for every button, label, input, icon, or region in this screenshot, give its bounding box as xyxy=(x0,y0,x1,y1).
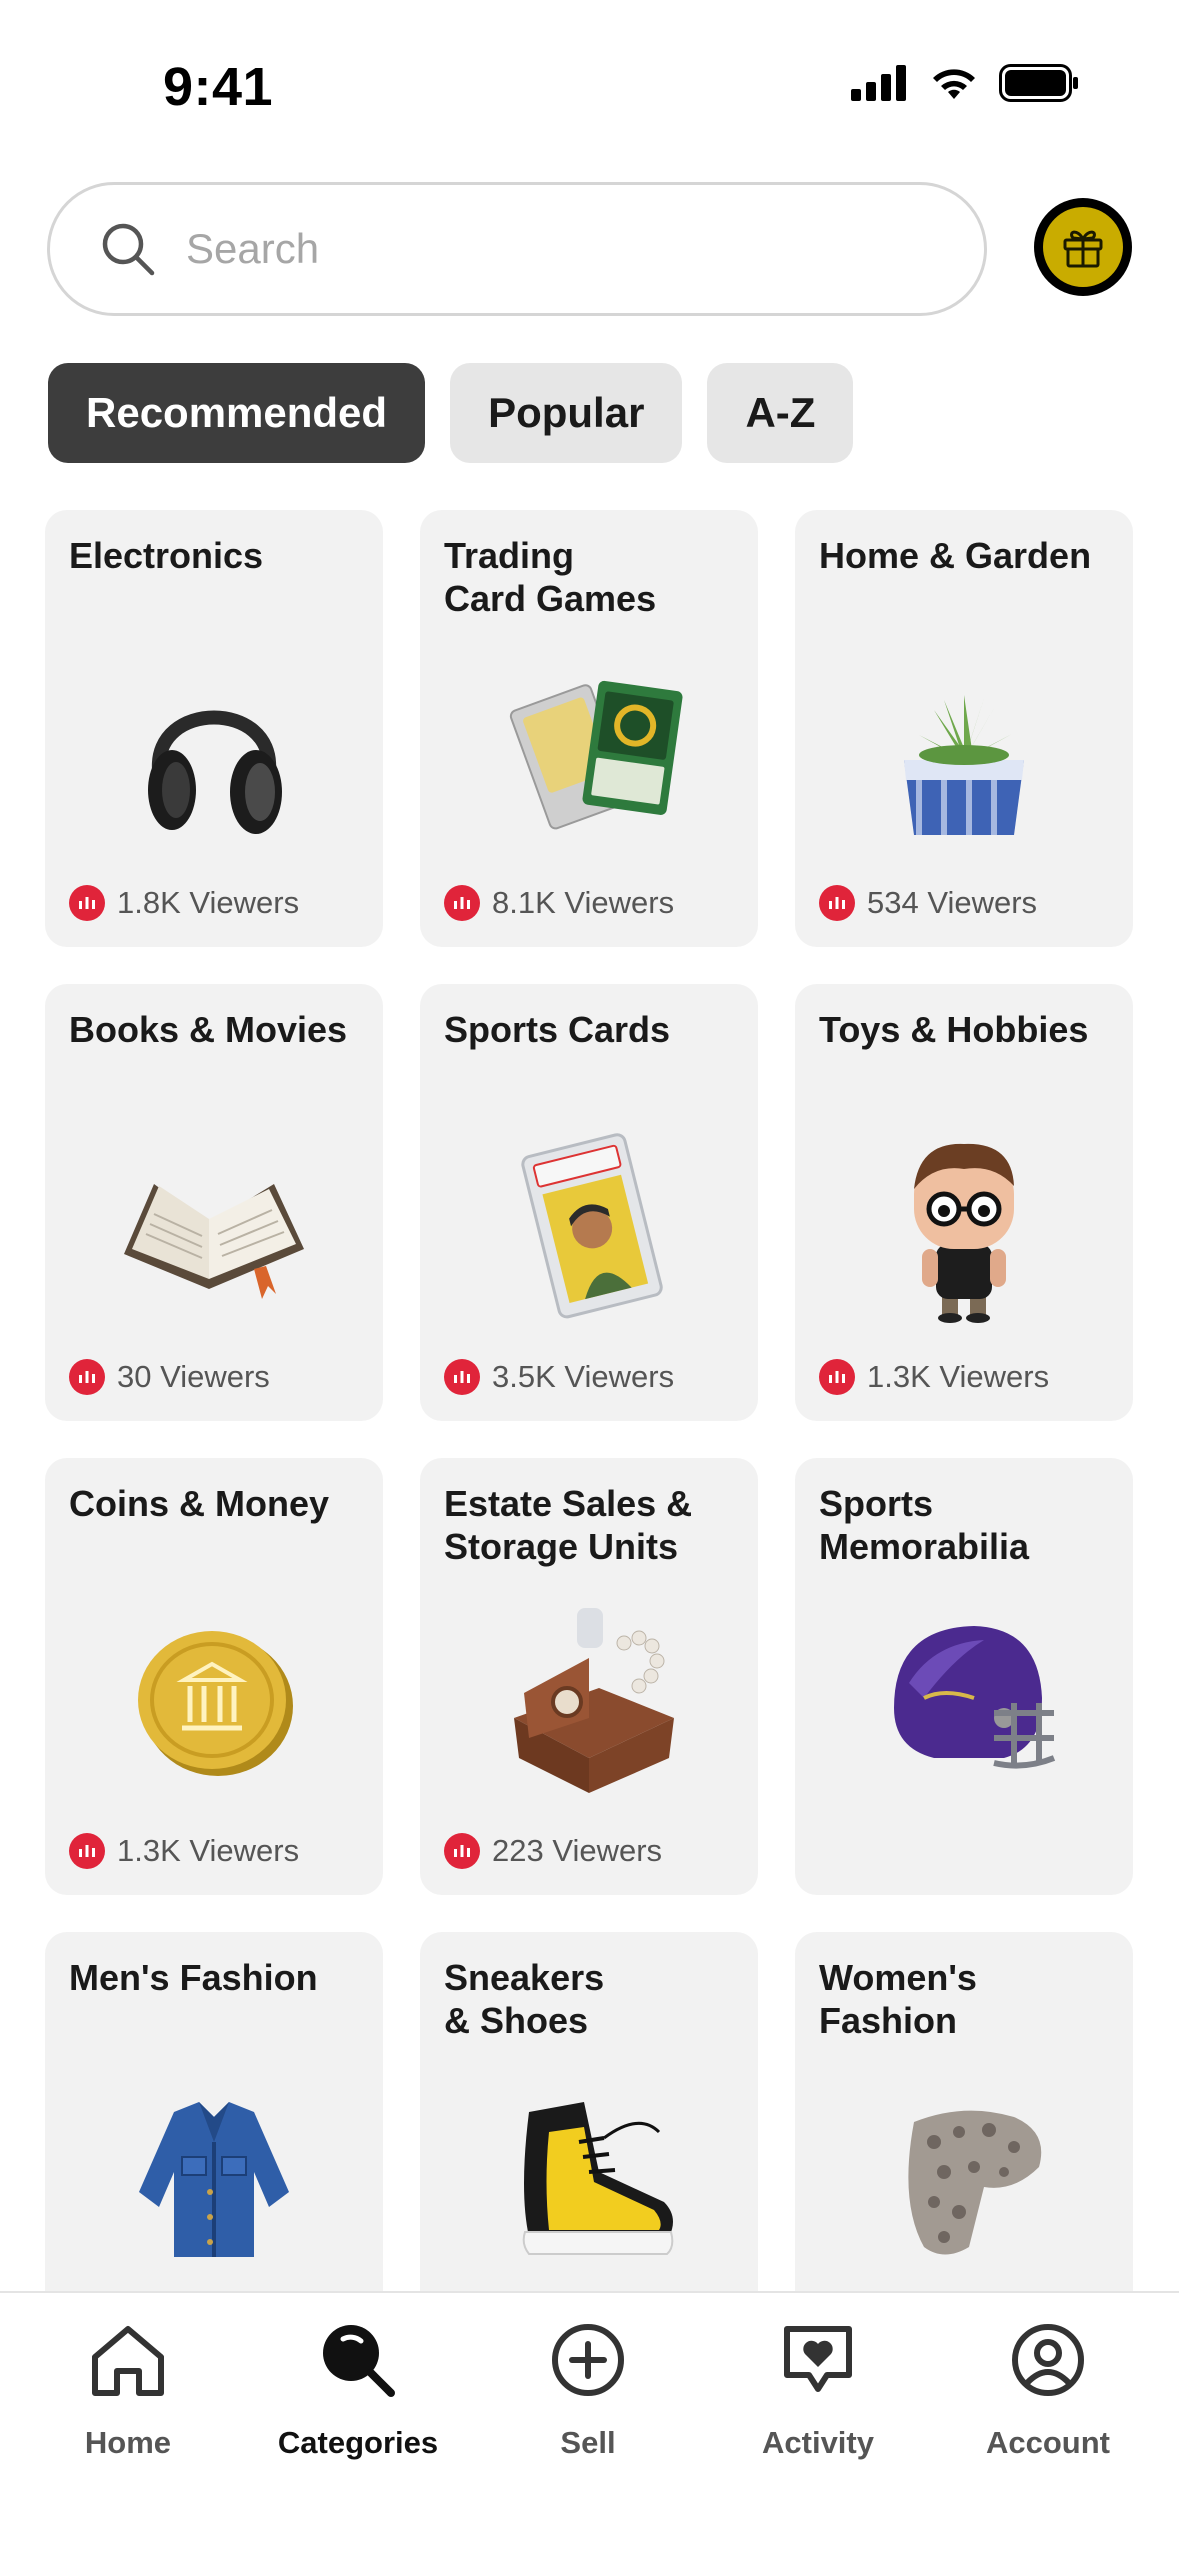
live-viewers-icon xyxy=(69,885,105,921)
nav-categories[interactable]: Categories xyxy=(243,2293,473,2556)
category-title: Books & Movies xyxy=(69,1009,348,1050)
nav-account[interactable]: Account xyxy=(933,2293,1163,2556)
category-card-home-garden[interactable]: Home & Garden 534 Viewers xyxy=(795,510,1133,947)
viewers-count: 1.8K Viewers xyxy=(69,885,299,921)
bottom-nav: Home Categories Sell Activity Account xyxy=(0,2291,1179,2556)
status-time: 9:41 xyxy=(163,57,274,117)
potted-succulent-icon xyxy=(904,695,1024,835)
category-card-estate-sales-storage-units[interactable]: Estate Sales & Storage Units 223 Viewers xyxy=(420,1458,758,1895)
viewers-count: 8.1K Viewers xyxy=(444,885,674,921)
category-card-electronics[interactable]: Electronics 1.8K Viewers xyxy=(45,510,383,947)
tab-popular[interactable]: Popular xyxy=(450,363,683,463)
viewers-label: 3.5K Viewers xyxy=(492,1359,675,1394)
denim-jacket-icon xyxy=(139,2102,289,2257)
football-helmet-icon xyxy=(894,1626,1056,1769)
nav-label: Sell xyxy=(560,2425,616,2460)
live-viewers-icon xyxy=(69,1359,105,1395)
category-card-toys-hobbies[interactable]: Toys & Hobbies 1.3K Viewers xyxy=(795,984,1133,1421)
plus-circle-icon xyxy=(552,2324,624,2396)
category-title: Home & Garden xyxy=(819,535,1092,576)
category-title: Estate Sales & Storage Units xyxy=(444,1483,693,1567)
viewers-label: 1.3K Viewers xyxy=(117,1833,300,1868)
live-viewers-icon xyxy=(444,1833,480,1869)
sneaker-icon xyxy=(522,2102,674,2255)
category-title: Toys & Hobbies xyxy=(819,1009,1089,1050)
category-title: Sports Memorabilia xyxy=(819,1483,1030,1567)
search-icon xyxy=(102,223,155,276)
live-viewers-icon xyxy=(819,885,855,921)
viewers-count: 1.3K Viewers xyxy=(819,1359,1049,1395)
fur-sweater-icon xyxy=(908,2110,1042,2255)
category-card-coins-money[interactable]: Coins & Money 1.3K Viewers xyxy=(45,1458,383,1895)
viewers-label: 30 Viewers xyxy=(117,1359,270,1394)
viewers-label: 1.8K Viewers xyxy=(117,885,300,920)
account-icon xyxy=(1012,2324,1084,2396)
viewers-label: 223 Viewers xyxy=(492,1833,663,1868)
open-book-icon xyxy=(124,1184,304,1299)
sort-tabs: Recommended Popular A-Z xyxy=(48,363,854,463)
search-row xyxy=(47,182,1132,316)
category-grid: Electronics 1.8K Viewers Trading Card Ga… xyxy=(45,510,1135,2369)
wifi-icon xyxy=(933,69,975,99)
nav-home[interactable]: Home xyxy=(13,2293,243,2556)
category-title: Sports Cards xyxy=(444,1009,671,1050)
gold-coin-icon xyxy=(138,1631,293,1776)
gift-icon xyxy=(1063,230,1103,268)
search-bar[interactable] xyxy=(47,182,987,316)
category-title: Men's Fashion xyxy=(69,1957,318,1998)
categories-search-icon xyxy=(323,2325,395,2397)
tab-a-z[interactable]: A-Z xyxy=(707,363,854,463)
viewers-count: 223 Viewers xyxy=(444,1833,662,1869)
viewers-count: 534 Viewers xyxy=(819,885,1037,921)
graded-sports-card-icon xyxy=(521,1133,663,1319)
category-card-books-movies[interactable]: Books & Movies 30 Viewers xyxy=(45,984,383,1421)
category-title: Women's Fashion xyxy=(819,1957,977,2041)
viewers-label: 8.1K Viewers xyxy=(492,885,675,920)
live-viewers-icon xyxy=(444,1359,480,1395)
viewers-label: 534 Viewers xyxy=(867,885,1038,920)
gift-icon-badge xyxy=(1043,207,1123,287)
vintage-trunk-icon xyxy=(514,1608,674,1793)
status-bar: 9:41 xyxy=(0,0,1179,170)
gift-button[interactable] xyxy=(1034,198,1132,296)
live-viewers-icon xyxy=(819,1359,855,1395)
category-card-sports-cards[interactable]: Sports Cards 3.5K Viewers xyxy=(420,984,758,1421)
viewers-label: 1.3K Viewers xyxy=(867,1359,1050,1394)
category-title: Electronics xyxy=(69,535,264,576)
vinyl-figure-icon xyxy=(914,1143,1014,1323)
home-icon xyxy=(92,2326,164,2396)
nav-activity[interactable]: Activity xyxy=(703,2293,933,2556)
category-title: Sneakers & Shoes xyxy=(444,1957,605,2041)
nav-label: Account xyxy=(986,2425,1110,2460)
nav-label: Activity xyxy=(762,2425,874,2460)
tab-recommended[interactable]: Recommended xyxy=(48,363,426,463)
nav-sell[interactable]: Sell xyxy=(473,2293,703,2556)
heart-chat-icon xyxy=(784,2326,852,2392)
headphones-icon xyxy=(148,710,282,834)
category-card-sports-memorabilia[interactable]: Sports Memorabilia xyxy=(795,1458,1133,1895)
category-title: Coins & Money xyxy=(69,1483,330,1524)
viewers-count: 30 Viewers xyxy=(69,1359,270,1395)
nav-label: Categories xyxy=(277,2425,439,2460)
search-input[interactable] xyxy=(186,225,886,273)
category-title: Trading Card Games xyxy=(444,535,657,619)
cellular-icon xyxy=(851,65,906,101)
viewers-count: 3.5K Viewers xyxy=(444,1359,674,1395)
category-card-trading-card-games[interactable]: Trading Card Games 8.1K Viewers xyxy=(420,510,758,947)
live-viewers-icon xyxy=(69,1833,105,1869)
trading-cards-icon xyxy=(509,680,683,830)
nav-label: Home xyxy=(84,2425,172,2460)
status-icons xyxy=(851,64,1079,102)
viewers-count: 1.3K Viewers xyxy=(69,1833,299,1869)
battery-icon xyxy=(999,64,1078,102)
live-viewers-icon xyxy=(444,885,480,921)
